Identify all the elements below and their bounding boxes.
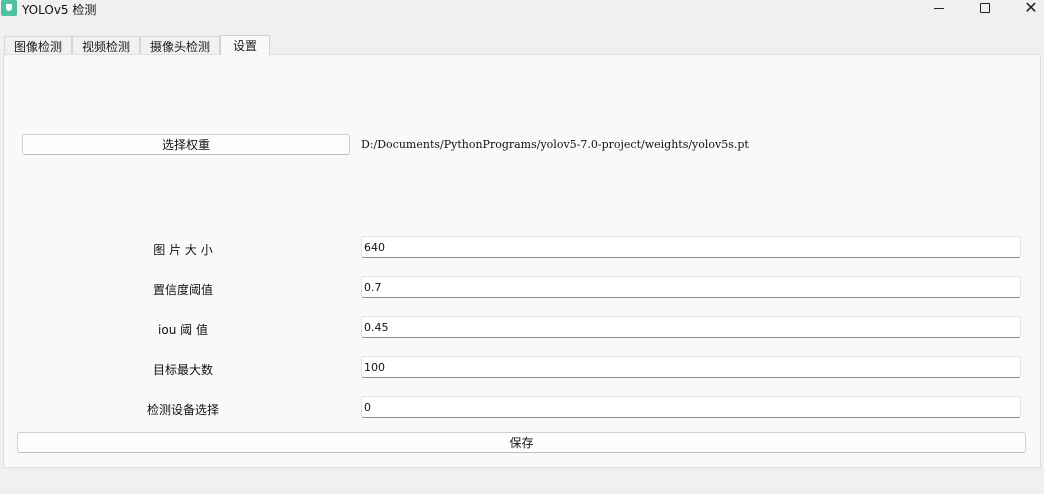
tab-bar: 图像检测 视频检测 摄像头检测 设置 [4,35,271,55]
confidence-threshold-input[interactable] [361,276,1021,298]
close-icon: ✕ [1024,0,1038,17]
save-button[interactable]: 保存 [17,432,1026,453]
image-size-input[interactable] [361,236,1021,258]
tab-image-detection[interactable]: 图像检测 [4,36,73,55]
iou-threshold-input[interactable] [361,316,1021,338]
iou-threshold-label: iou 阈 值 [158,323,208,337]
image-size-label: 图 片 大 小 [153,243,213,257]
app-icon [1,0,17,16]
minimize-button[interactable] [916,0,962,16]
tab-camera-detection[interactable]: 摄像头检测 [140,36,221,55]
select-weights-button[interactable]: 选择权重 [22,134,350,155]
maximize-icon [980,3,990,13]
weights-path-label: D:/Documents/PythonPrograms/yolov5-7.0-p… [361,138,749,151]
device-select-input[interactable] [361,396,1021,418]
window-title: YOLOv5 检测 [22,3,97,17]
confidence-threshold-label: 置信度阈值 [152,283,213,297]
title-bar: YOLOv5 检测 ✕ [0,0,1044,22]
max-detections-label: 目标最大数 [152,363,213,377]
minimize-icon [934,7,944,9]
close-button[interactable]: ✕ [1008,0,1044,16]
maximize-button[interactable] [962,0,1008,16]
max-detections-input[interactable] [361,356,1021,378]
tab-settings[interactable]: 设置 [220,35,271,55]
tab-video-detection[interactable]: 视频检测 [72,36,141,55]
device-select-label: 检测设备选择 [146,403,219,417]
